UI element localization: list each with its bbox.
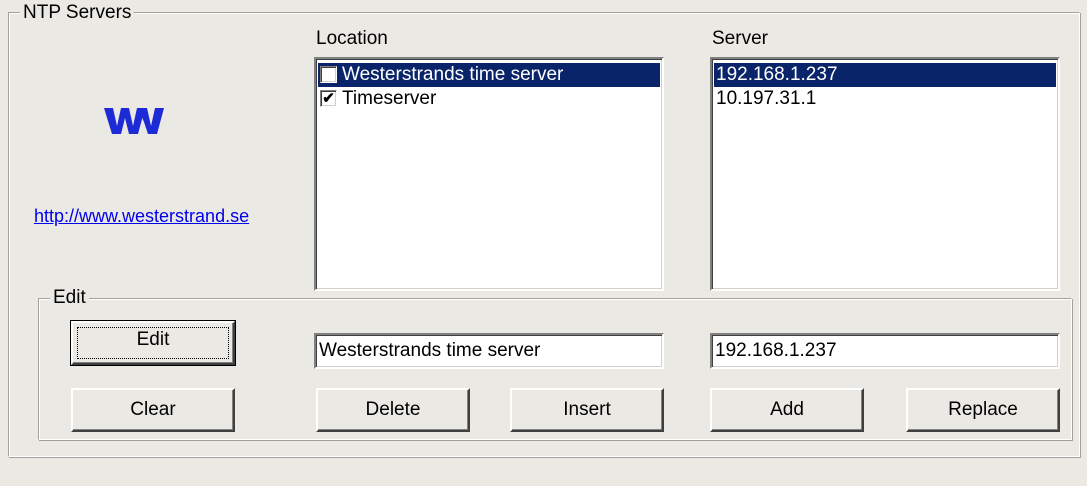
server-address-input[interactable]: 192.168.1.237 bbox=[710, 333, 1060, 369]
check-mark-icon: ✔ bbox=[322, 90, 335, 107]
clear-button-label: Clear bbox=[130, 399, 176, 420]
location-item-name: Timeserver bbox=[342, 88, 437, 109]
edit-group-title: Edit bbox=[50, 287, 89, 309]
location-list[interactable]: Westerstrands time server ✔ Timeserver bbox=[314, 57, 664, 291]
focus-rectangle bbox=[77, 327, 229, 359]
location-name-input[interactable]: Westerstrands time server bbox=[314, 333, 664, 369]
ntp-servers-title: NTP Servers bbox=[20, 2, 135, 24]
server-label: Server bbox=[712, 28, 768, 49]
delete-button-label: Delete bbox=[365, 399, 421, 420]
clear-button[interactable]: Clear bbox=[71, 388, 235, 432]
add-button[interactable]: Add bbox=[710, 388, 864, 432]
add-button-label: Add bbox=[770, 399, 804, 420]
location-item-name: Westerstrands time server bbox=[342, 64, 564, 85]
server-item[interactable]: 192.168.1.237 bbox=[714, 63, 1056, 87]
location-checkbox[interactable] bbox=[320, 66, 337, 83]
location-item[interactable]: Westerstrands time server bbox=[318, 63, 660, 87]
insert-button[interactable]: Insert bbox=[510, 388, 664, 432]
location-item[interactable]: ✔ Timeserver bbox=[318, 87, 660, 111]
edit-button[interactable]: Edit bbox=[70, 320, 236, 366]
location-label: Location bbox=[316, 28, 388, 49]
replace-button-label: Replace bbox=[948, 399, 1018, 420]
server-address-value: 192.168.1.237 bbox=[715, 340, 837, 361]
insert-button-label: Insert bbox=[563, 399, 611, 420]
server-item[interactable]: 10.197.31.1 bbox=[714, 87, 1056, 111]
location-checkbox[interactable]: ✔ bbox=[320, 90, 337, 107]
westerstrand-logo bbox=[104, 108, 164, 134]
delete-button[interactable]: Delete bbox=[316, 388, 470, 432]
website-link[interactable]: http://www.westerstrand.se bbox=[34, 206, 249, 227]
server-item-address: 10.197.31.1 bbox=[716, 88, 817, 109]
server-item-address: 192.168.1.237 bbox=[716, 64, 838, 85]
server-list[interactable]: 192.168.1.237 10.197.31.1 bbox=[710, 57, 1060, 291]
replace-button[interactable]: Replace bbox=[906, 388, 1060, 432]
location-name-value: Westerstrands time server bbox=[319, 340, 541, 361]
